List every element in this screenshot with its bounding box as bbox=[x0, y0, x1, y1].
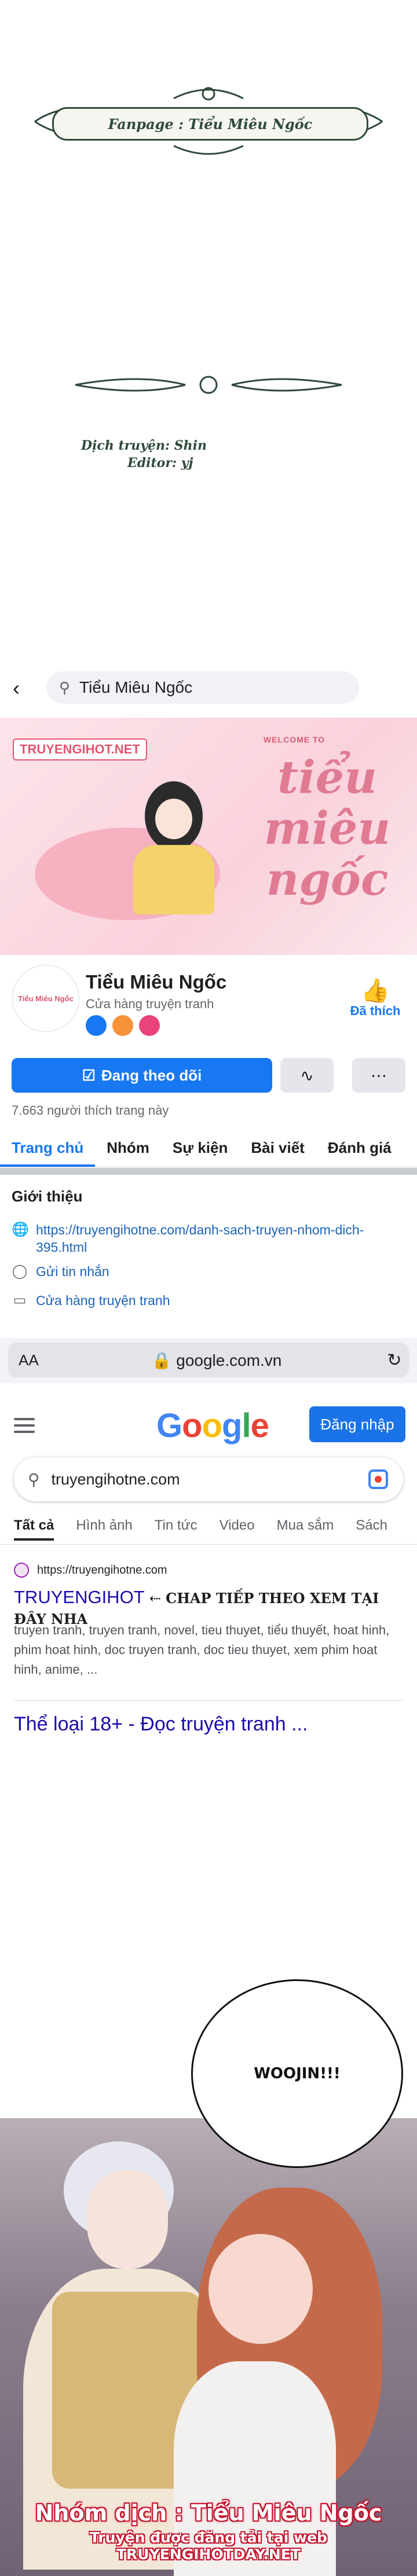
cover-photo[interactable]: TRUYENGIHOT.NET WELCOME TO tiểu miêu ngố… bbox=[0, 718, 417, 955]
fanpage-banner: Fanpage : Tiểu Miêu Ngốc bbox=[23, 87, 394, 156]
result-source[interactable]: https://truyengihotne.com bbox=[14, 1563, 167, 1578]
thumbs-up-icon: 👍 bbox=[361, 978, 390, 1004]
tab-events[interactable]: Sự kiện bbox=[161, 1129, 239, 1167]
tabs-divider bbox=[0, 1544, 417, 1545]
site-credit: Truyện được đăng tải tại web TRUYENGIHOT… bbox=[90, 2529, 327, 2563]
search-query: truyengihotne.com bbox=[51, 1470, 180, 1488]
page-tabs: Trang chủ Nhóm Sự kiện Bài viết Đánh giá bbox=[0, 1129, 417, 1167]
messenger-icon: ∿ bbox=[300, 1066, 314, 1085]
tab-home[interactable]: Trang chủ bbox=[0, 1129, 96, 1167]
reader-aa-button[interactable]: AA bbox=[19, 1351, 53, 1369]
intro-website-row[interactable]: 🌐 https://truyengihotne.com/danh-sach-tr… bbox=[12, 1221, 395, 1256]
google-tabs: Tất cả Hình ảnh Tin tức Video Mua sắm Sá… bbox=[14, 1517, 387, 1541]
comic-panel: Nhóm dịch : Tiểu Miêu Ngốc Truyện được đ… bbox=[0, 1898, 417, 2576]
intro-title: Giới thiệu bbox=[12, 1188, 83, 1205]
speech-bubble: WOOJIN!!! bbox=[191, 1979, 403, 2168]
search-bar[interactable]: ⚲ Tiểu Miêu Ngốc bbox=[46, 671, 359, 704]
tab-books[interactable]: Sách bbox=[356, 1517, 387, 1541]
result-link-2[interactable]: Thể loại 18+ - Đọc truyện tranh ... bbox=[14, 1713, 308, 1736]
back-arrow-icon[interactable]: ‹ bbox=[13, 676, 20, 700]
page-name: Tiểu Miêu Ngốc bbox=[86, 971, 227, 993]
search-text: Tiểu Miêu Ngốc bbox=[79, 678, 193, 696]
girl-face bbox=[209, 2234, 313, 2344]
url-text: 🔒 google.com.vn bbox=[151, 1351, 282, 1369]
cover-watermark: TRUYENGIHOT.NET bbox=[13, 738, 147, 760]
intro-website-link[interactable]: https://truyengihotne.com/danh-sach-truy… bbox=[36, 1221, 395, 1256]
following-label: Đang theo dõi bbox=[101, 1066, 202, 1084]
browser-address-bar: AA 🔒 google.com.vn ↻ bbox=[0, 1338, 417, 1383]
cover-girl-body bbox=[133, 845, 214, 914]
url-value: google.com.vn bbox=[176, 1351, 282, 1369]
google-lens-icon[interactable] bbox=[368, 1469, 388, 1489]
tab-images[interactable]: Hình ảnh bbox=[76, 1517, 132, 1541]
page-badges bbox=[86, 1015, 160, 1036]
cover-script-title: tiểu miêu ngốc bbox=[264, 751, 391, 906]
page-category: Cửa hàng truyện tranh bbox=[86, 997, 214, 1011]
tab-shopping[interactable]: Mua sắm bbox=[277, 1517, 334, 1541]
fanpage-plate: Fanpage : Tiểu Miêu Ngốc bbox=[52, 107, 368, 141]
globe-icon: 🌐 bbox=[12, 1222, 29, 1237]
tab-groups[interactable]: Nhóm bbox=[95, 1129, 161, 1167]
cover-welcome: WELCOME TO bbox=[264, 735, 325, 744]
comic-scene: Nhóm dịch : Tiểu Miêu Ngốc Truyện được đ… bbox=[0, 2118, 417, 2576]
badge-orange-icon bbox=[112, 1015, 133, 1036]
result-title-text[interactable]: TRUYENGIHOT bbox=[14, 1587, 144, 1607]
google-search-box[interactable]: ⚲ truyengihotne.com bbox=[14, 1457, 403, 1501]
fanpage-text: Fanpage : Tiểu Miêu Ngốc bbox=[108, 115, 313, 133]
badge-pink-icon bbox=[139, 1015, 160, 1036]
likes-count: 7.663 người thích trang này bbox=[12, 1103, 169, 1118]
speech-text: WOOJIN!!! bbox=[254, 2065, 341, 2082]
messenger-button[interactable]: ∿ bbox=[280, 1058, 334, 1093]
tab-video[interactable]: Video bbox=[220, 1517, 255, 1541]
messenger-small-icon: ◯ bbox=[12, 1263, 28, 1279]
ornament-divider bbox=[75, 376, 342, 394]
site-favicon-icon bbox=[14, 1563, 29, 1578]
facebook-screenshot: ‹ ⚲ Tiểu Miêu Ngốc TRUYENGIHOT.NET WELCO… bbox=[0, 660, 417, 1383]
tab-news[interactable]: Tin tức bbox=[155, 1517, 197, 1541]
liked-label: Đã thích bbox=[350, 1004, 401, 1018]
search-icon: ⚲ bbox=[59, 678, 71, 696]
tab-all[interactable]: Tất cả bbox=[14, 1517, 54, 1541]
intro-message-row[interactable]: ◯ Gửi tin nhắn bbox=[12, 1263, 395, 1280]
translator-credits: Dịch truyện: Shin Editor: yj bbox=[81, 437, 232, 472]
section-separator bbox=[0, 1168, 417, 1175]
search-icon: ⚲ bbox=[28, 1470, 40, 1489]
tab-posts[interactable]: Bài viết bbox=[239, 1129, 316, 1167]
hamburger-menu-icon[interactable] bbox=[14, 1418, 35, 1437]
intro-category-link[interactable]: Cửa hàng truyện tranh bbox=[36, 1292, 395, 1309]
liked-button[interactable]: 👍 Đã thích bbox=[346, 978, 404, 1019]
badge-blue-icon bbox=[86, 1015, 107, 1036]
group-credit: Nhóm dịch : Tiểu Miêu Ngốc bbox=[35, 2500, 382, 2526]
result-snippet: truyen tranh, truyen tranh, novel, tieu … bbox=[14, 1623, 390, 1677]
address-field[interactable]: AA 🔒 google.com.vn ↻ bbox=[8, 1343, 409, 1377]
result-source-url: https://truyengihotne.com bbox=[37, 1563, 167, 1577]
tab-reviews[interactable]: Đánh giá bbox=[316, 1129, 403, 1167]
shop-icon: ▭ bbox=[13, 1292, 27, 1308]
more-button[interactable]: ⋯ bbox=[352, 1058, 405, 1093]
avatar-text: Tiểu Miêu Ngốc bbox=[18, 994, 74, 1003]
editor-text: Editor: yj bbox=[127, 455, 193, 471]
sign-in-button[interactable]: Đăng nhập bbox=[309, 1406, 405, 1442]
following-button[interactable]: ☑ Đang theo dõi bbox=[12, 1058, 272, 1093]
intro-category-row: ▭ Cửa hàng truyện tranh bbox=[12, 1292, 395, 1309]
man-face bbox=[87, 2170, 168, 2269]
intro-message-link[interactable]: Gửi tin nhắn bbox=[36, 1263, 395, 1280]
google-logo[interactable]: Google bbox=[156, 1406, 269, 1445]
bottom-credits: Nhóm dịch : Tiểu Miêu Ngốc Truyện được đ… bbox=[0, 2500, 417, 2563]
page-avatar[interactable]: Tiểu Miêu Ngốc bbox=[13, 965, 79, 1031]
cover-girl-face bbox=[155, 799, 192, 839]
check-icon: ☑ bbox=[82, 1066, 96, 1084]
translator-text: Dịch truyện: Shin bbox=[81, 438, 207, 453]
google-screenshot: Google Đăng nhập ⚲ truyengihotne.com Tất… bbox=[0, 1383, 417, 1735]
reload-icon[interactable]: ↻ bbox=[380, 1350, 409, 1370]
result-divider bbox=[14, 1700, 403, 1701]
more-icon: ⋯ bbox=[371, 1066, 387, 1085]
